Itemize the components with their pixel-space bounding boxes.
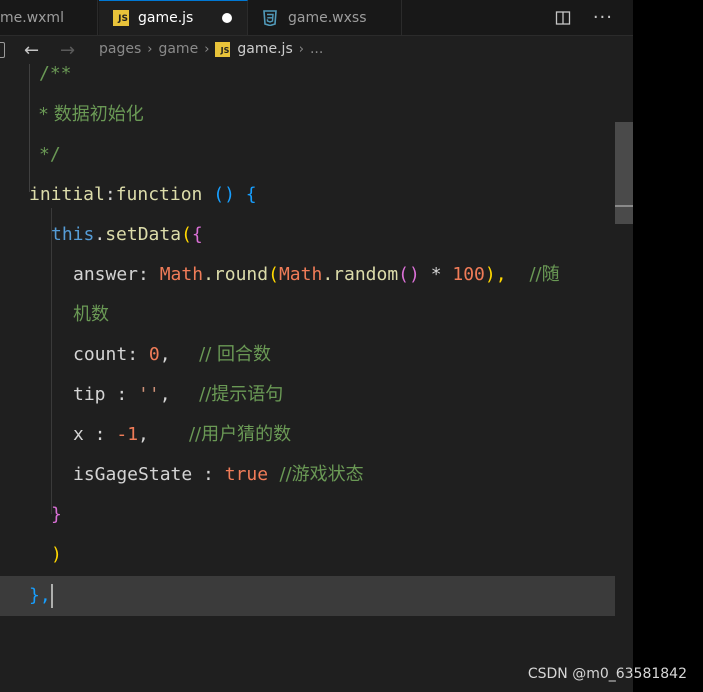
split-editor-icon[interactable] bbox=[555, 10, 571, 26]
tab-bar: me.wxml JS game.js game.wxss ··· bbox=[0, 0, 633, 36]
code-line: answer: Math.round(Math.random() * 100),… bbox=[73, 264, 560, 285]
tab-me-wxml[interactable]: me.wxml bbox=[0, 0, 98, 35]
chevron-right-icon: › bbox=[298, 41, 304, 57]
more-actions-icon[interactable]: ··· bbox=[593, 7, 613, 28]
tab-game-js[interactable]: JS game.js bbox=[99, 0, 248, 35]
code-line: count: 0, // 回合数 bbox=[73, 344, 272, 365]
tab-actions: ··· bbox=[555, 0, 613, 35]
code-line: x : -1, //用户猜的数 bbox=[73, 424, 292, 445]
code-line: isGageState : true //游戏状态 bbox=[73, 464, 364, 485]
chevron-right-icon: › bbox=[147, 41, 153, 57]
tab-label: me.wxml bbox=[0, 9, 64, 26]
breadcrumb: pages › game › JS game.js › ... bbox=[99, 41, 323, 57]
code-line: tip : '', //提示语句 bbox=[73, 384, 284, 405]
javascript-file-icon: JS bbox=[113, 10, 129, 26]
code-line: this.setData({ bbox=[51, 224, 203, 245]
css-file-icon bbox=[263, 9, 277, 26]
unsaved-dot-icon[interactable] bbox=[222, 13, 232, 23]
text-cursor bbox=[50, 584, 53, 608]
breadcrumb-item-game[interactable]: game bbox=[158, 41, 198, 57]
editor-window: me.wxml JS game.js game.wxss ··· ← → pag… bbox=[0, 0, 633, 692]
layout-icon[interactable] bbox=[0, 42, 5, 58]
code-editor[interactable]: /** * 数据初始化 */ initial:function () { thi… bbox=[0, 63, 633, 692]
code-line: } bbox=[51, 504, 62, 525]
tab-label: game.wxss bbox=[288, 9, 367, 26]
back-arrow-icon[interactable]: ← bbox=[24, 40, 39, 61]
code-line: 机数 bbox=[73, 304, 109, 325]
indent-guide bbox=[29, 64, 30, 192]
code-line: ) bbox=[51, 544, 62, 565]
current-line-highlight bbox=[0, 576, 633, 616]
scrollbar-cursor-marker bbox=[615, 205, 633, 207]
javascript-file-icon: JS bbox=[215, 41, 231, 57]
scrollbar-thumb[interactable] bbox=[615, 122, 633, 224]
breadcrumb-item-symbol[interactable]: ... bbox=[310, 41, 323, 57]
breadcrumb-item-pages[interactable]: pages bbox=[99, 41, 141, 57]
tab-label: game.js bbox=[138, 10, 194, 26]
breadcrumb-bar: ← → pages › game › JS game.js › ... bbox=[0, 36, 633, 64]
code-line: * 数据初始化 bbox=[39, 104, 144, 125]
code-line: initial:function () { bbox=[29, 184, 257, 205]
code-line: }, bbox=[29, 584, 53, 608]
breadcrumb-item-file[interactable]: game.js bbox=[237, 41, 292, 57]
code-line: /** bbox=[39, 63, 72, 84]
chevron-right-icon: › bbox=[204, 41, 210, 57]
code-line: */ bbox=[39, 144, 61, 165]
tab-game-wxss[interactable]: game.wxss bbox=[248, 0, 402, 35]
watermark: CSDN @m0_63581842 bbox=[527, 666, 687, 682]
